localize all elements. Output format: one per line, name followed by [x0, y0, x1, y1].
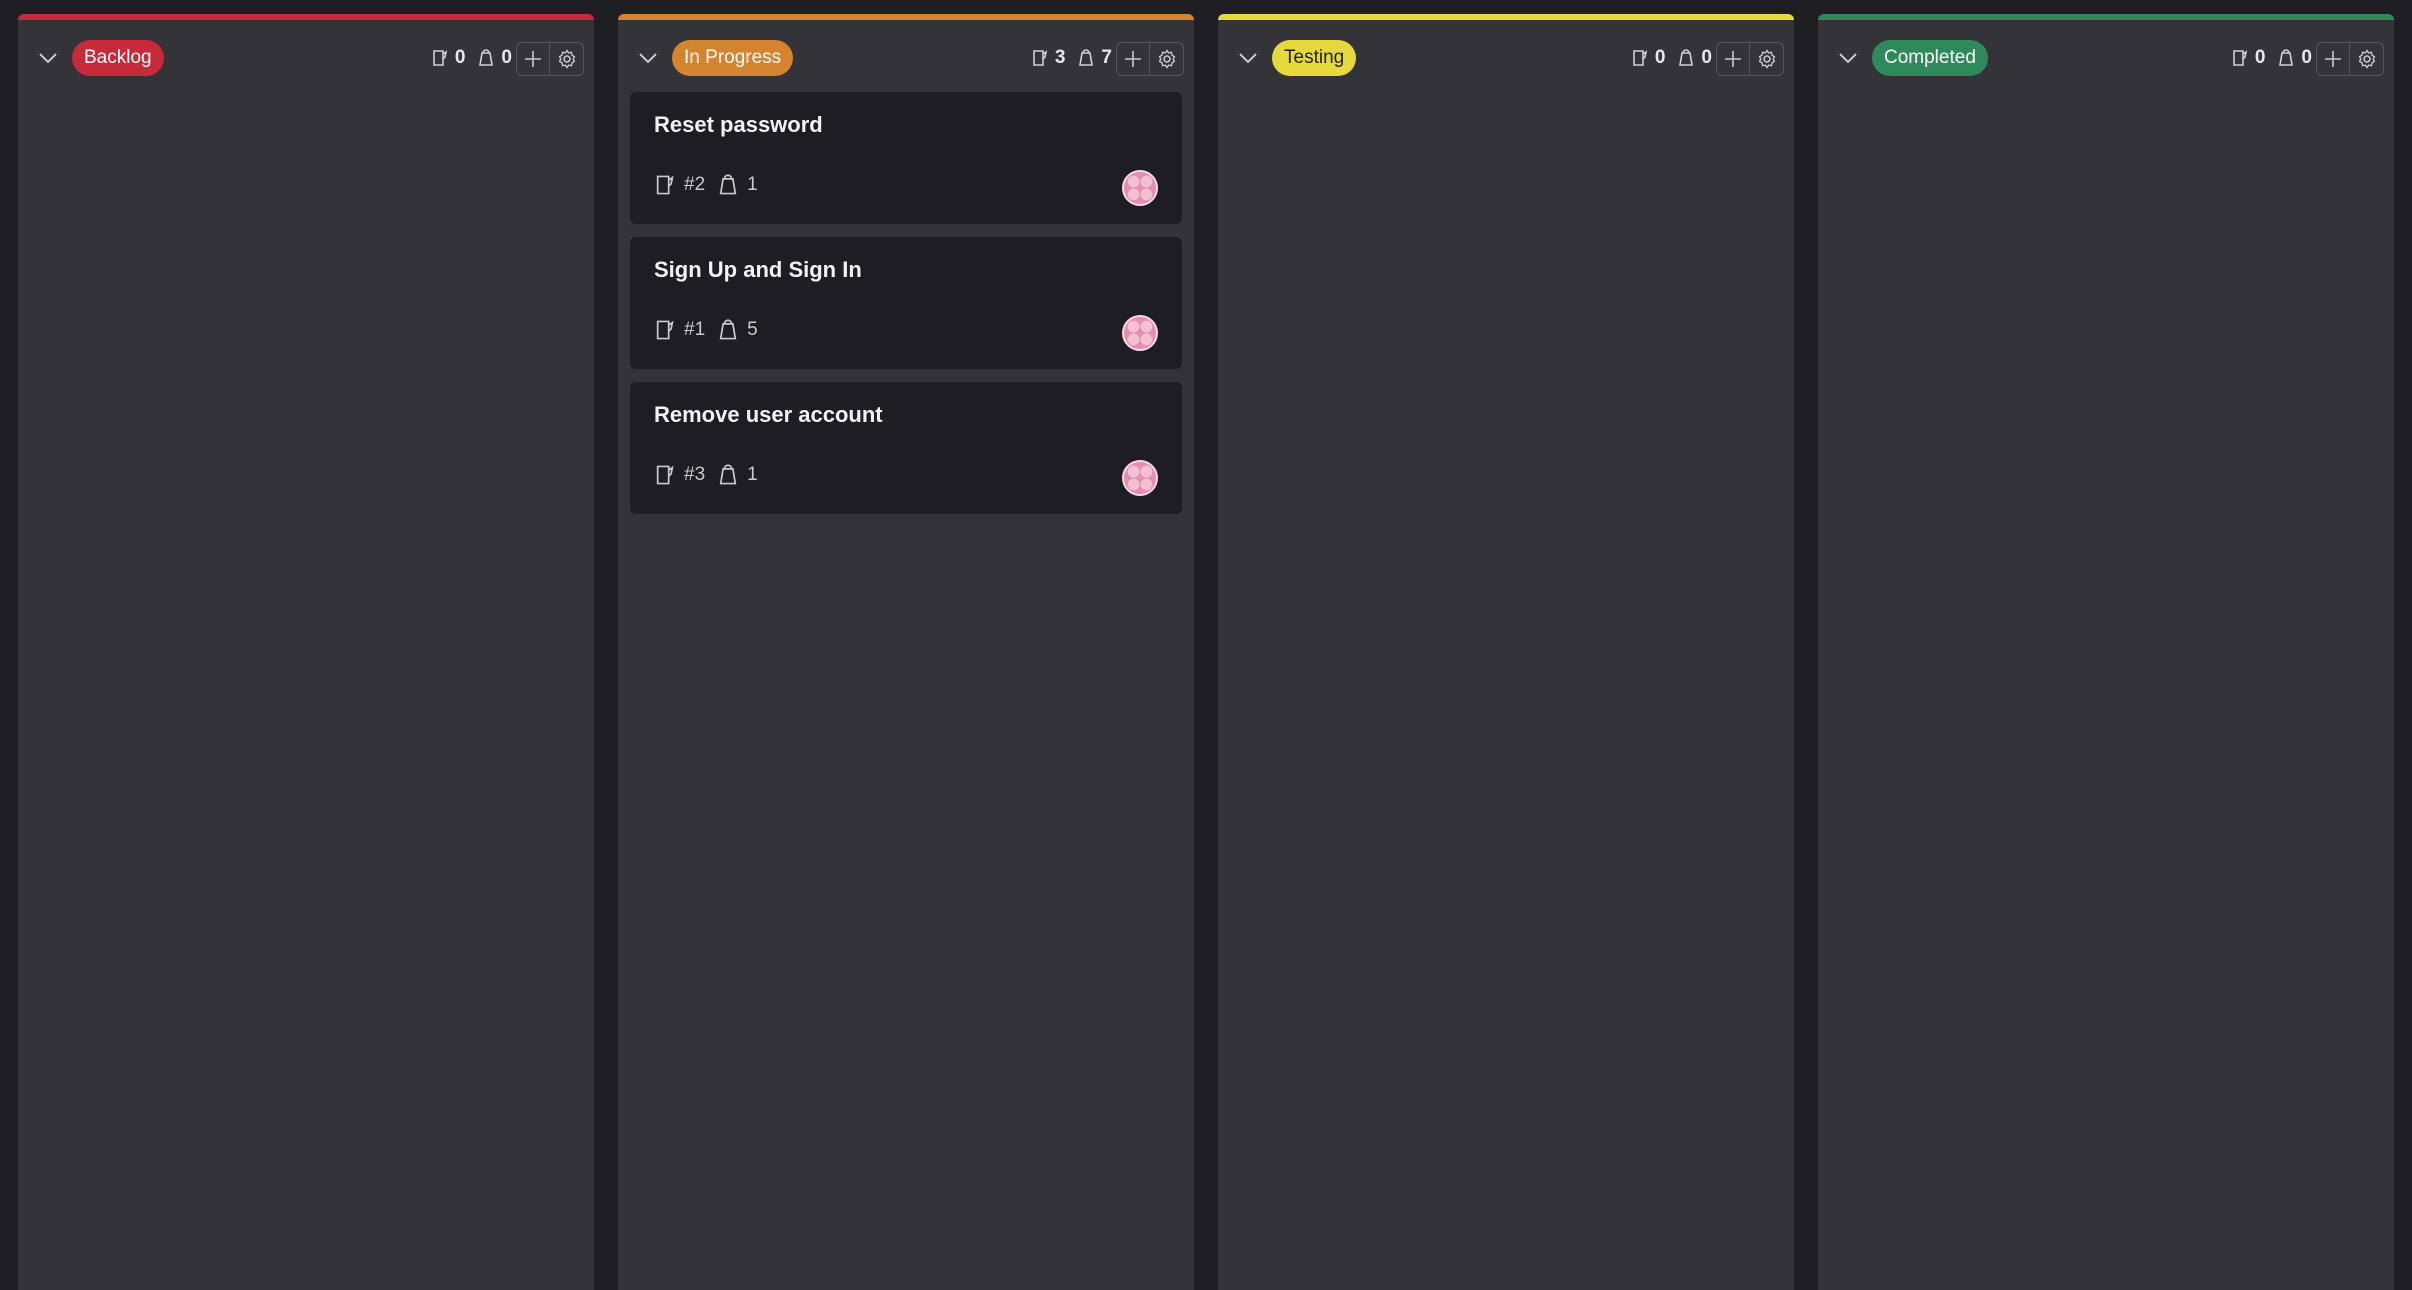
column-counts: 0 0 — [431, 40, 512, 76]
plus-icon — [1125, 51, 1141, 67]
avatar[interactable] — [1122, 170, 1158, 206]
weight-icon — [1679, 49, 1694, 66]
plus-icon — [2325, 51, 2341, 67]
column-accent-bar — [1218, 14, 1794, 20]
column-header: Completed 0 0 — [1818, 40, 2394, 76]
story-count: 0 — [431, 47, 465, 69]
chevron-down-icon[interactable] — [1836, 46, 1860, 70]
column-backlog: Backlog 0 0 — [18, 14, 594, 1290]
card-meta: #1 5 — [654, 319, 758, 341]
column-accent-bar — [1818, 14, 2394, 20]
add-card-button[interactable] — [2316, 42, 2350, 76]
add-card-button[interactable] — [1716, 42, 1750, 76]
status-badge[interactable]: In Progress — [672, 40, 794, 76]
gear-icon — [558, 49, 575, 69]
chevron-down-icon[interactable] — [1236, 46, 1260, 70]
weight-icon — [479, 49, 494, 66]
column-settings-button[interactable] — [1750, 42, 1784, 76]
avatar[interactable] — [1122, 460, 1158, 496]
status-badge[interactable]: Completed — [1872, 40, 1988, 76]
story-icon — [1033, 50, 1048, 66]
column-header: Backlog 0 0 — [18, 40, 594, 76]
column-header: In Progress 3 7 — [618, 40, 1194, 76]
status-badge[interactable]: Testing — [1272, 40, 1357, 76]
column-testing: Testing 0 0 — [1218, 14, 1794, 1290]
card-id: #1 — [654, 319, 705, 341]
weight-icon — [2279, 49, 2294, 66]
add-card-button[interactable] — [1116, 42, 1150, 76]
card-title: Sign Up and Sign In — [654, 257, 862, 282]
plus-icon — [525, 51, 541, 67]
column-in-progress: In Progress 3 7 Reset password #2 1 Sign… — [618, 14, 1194, 1290]
card-title: Reset password — [654, 112, 823, 137]
card-points: 5 — [717, 319, 758, 341]
story-count: 0 — [2231, 47, 2265, 69]
column-counts: 0 0 — [1631, 40, 1712, 76]
story-card[interactable]: Sign Up and Sign In #1 5 — [630, 237, 1182, 369]
column-header: Testing 0 0 — [1218, 40, 1794, 76]
card-meta: #3 1 — [654, 464, 758, 486]
story-card[interactable]: Remove user account #3 1 — [630, 382, 1182, 514]
card-points: 1 — [717, 464, 758, 486]
points-count: 0 — [2277, 47, 2312, 69]
weight-icon — [719, 464, 737, 485]
points-count: 0 — [1677, 47, 1712, 69]
column-settings-button[interactable] — [2350, 42, 2384, 76]
card-id: #3 — [654, 464, 705, 486]
status-badge[interactable]: Backlog — [72, 40, 164, 76]
column-accent-bar — [18, 14, 594, 20]
avatar[interactable] — [1122, 315, 1158, 351]
gear-icon — [1158, 49, 1175, 69]
story-card[interactable]: Reset password #2 1 — [630, 92, 1182, 224]
weight-icon — [1079, 49, 1094, 66]
card-points: 1 — [717, 174, 758, 196]
card-title: Remove user account — [654, 402, 883, 427]
plus-icon — [1725, 51, 1741, 67]
card-id: #2 — [654, 174, 705, 196]
weight-icon — [719, 174, 737, 195]
story-icon — [656, 465, 674, 485]
column-accent-bar — [618, 14, 1194, 20]
story-icon — [2233, 50, 2248, 66]
column-settings-button[interactable] — [550, 42, 584, 76]
story-count: 3 — [1031, 47, 1065, 69]
story-icon — [433, 50, 448, 66]
story-icon — [656, 320, 674, 340]
card-list: Reset password #2 1 Sign Up and Sign In — [630, 92, 1182, 527]
gear-icon — [1758, 49, 1775, 69]
points-count: 7 — [1077, 47, 1112, 69]
column-counts: 3 7 — [1031, 40, 1112, 76]
column-completed: Completed 0 0 — [1818, 14, 2394, 1290]
card-meta: #2 1 — [654, 174, 758, 196]
story-icon — [656, 175, 674, 195]
column-settings-button[interactable] — [1150, 42, 1184, 76]
story-icon — [1633, 50, 1648, 66]
gear-icon — [2358, 49, 2375, 69]
weight-icon — [719, 319, 737, 340]
chevron-down-icon[interactable] — [636, 46, 660, 70]
points-count: 0 — [477, 47, 512, 69]
story-count: 0 — [1631, 47, 1665, 69]
add-card-button[interactable] — [516, 42, 550, 76]
chevron-down-icon[interactable] — [36, 46, 60, 70]
column-counts: 0 0 — [2231, 40, 2312, 76]
kanban-board: Backlog 0 0 In Progress 3 7 Reset passwo… — [0, 0, 2412, 1290]
